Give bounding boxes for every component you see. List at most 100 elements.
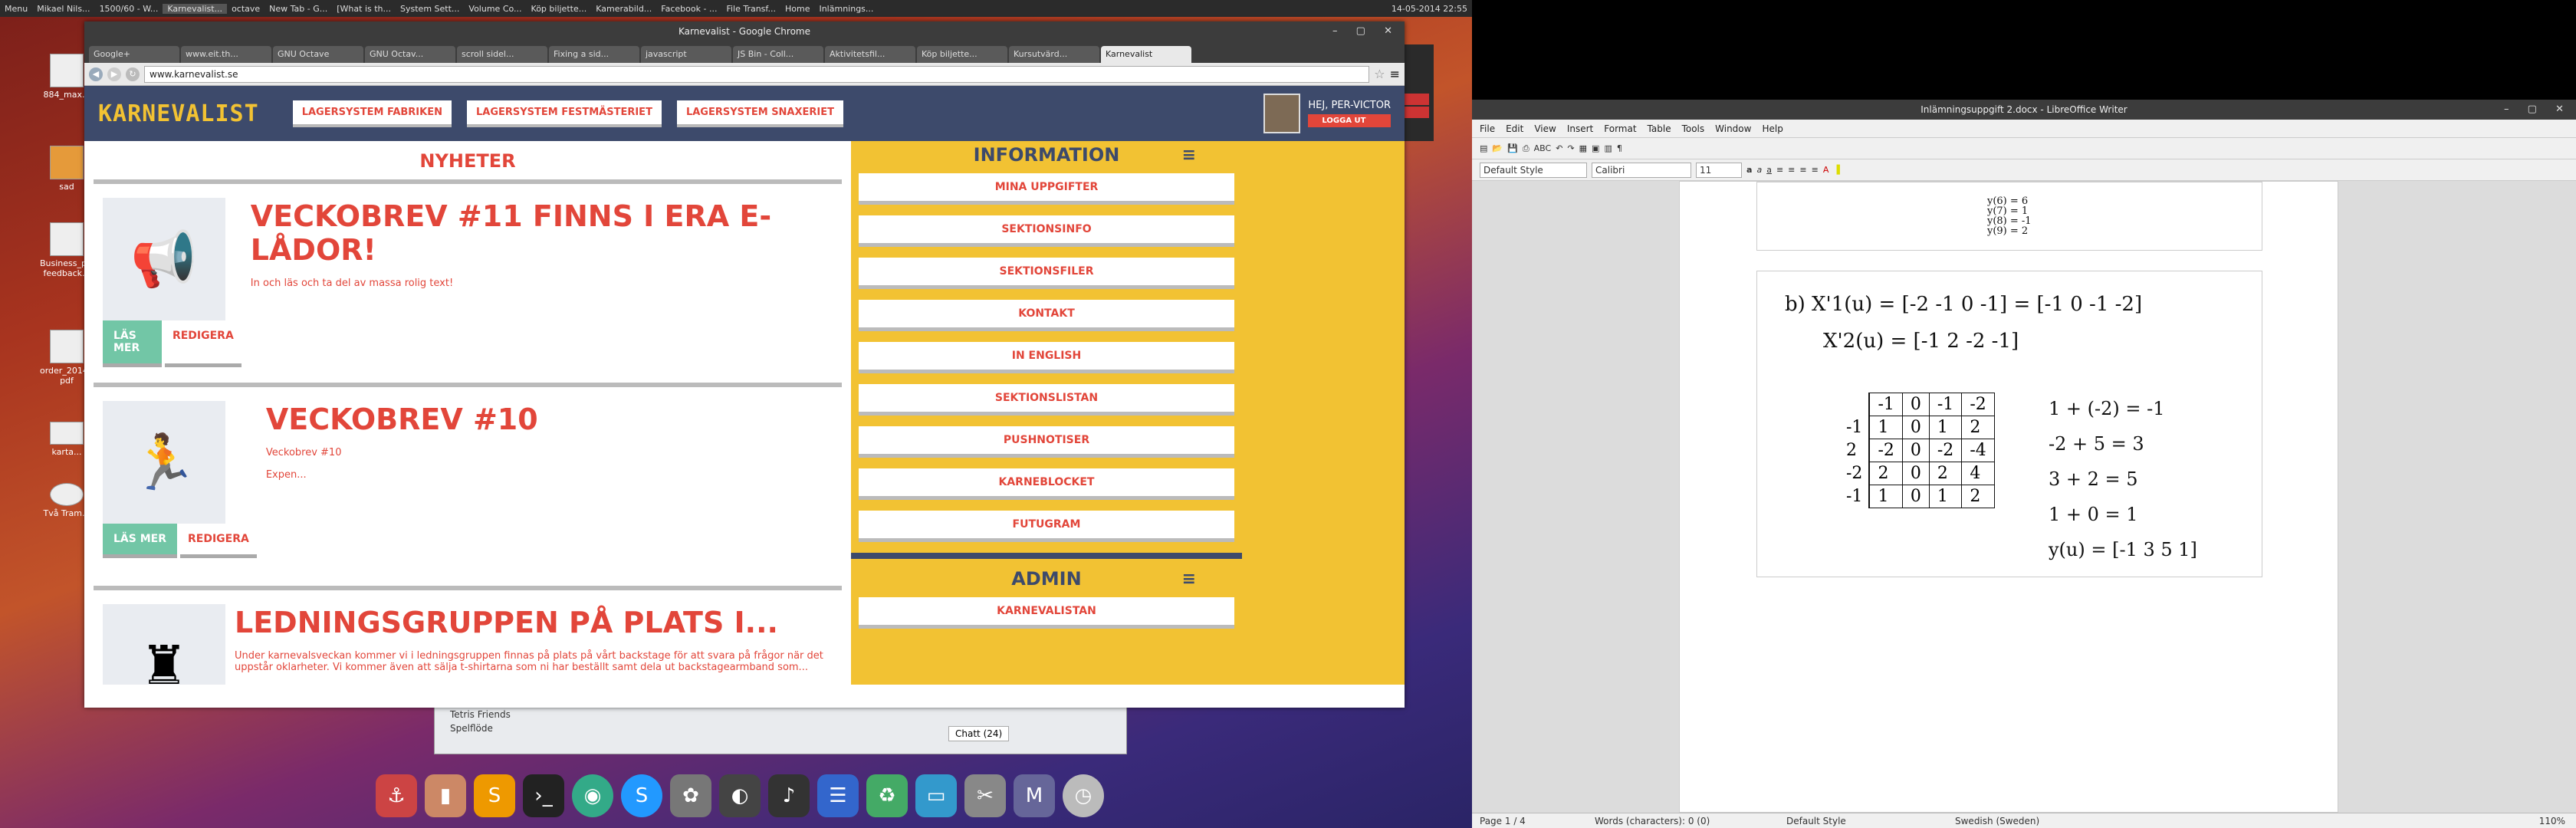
undo-icon[interactable]: ↶ [1556,143,1562,153]
new-icon[interactable]: ▤ [1480,143,1487,153]
settings-icon[interactable]: ✿ [670,774,711,817]
menu-format[interactable]: Format [1604,123,1636,134]
recycle-icon[interactable]: ♻ [866,774,908,817]
taskbar-item[interactable]: Facebook - ... [656,4,721,14]
align-right-icon[interactable]: ≡ [1799,165,1806,175]
taskbar-item[interactable]: System Sett... [396,4,464,14]
menu-insert[interactable]: Insert [1567,123,1593,134]
nav-button[interactable]: LAGERSYSTEM SNAXERIET [676,100,843,127]
font-name[interactable]: Calibri [1592,162,1691,178]
align-center-icon[interactable]: ≡ [1788,165,1795,175]
menu-window[interactable]: Window [1715,123,1751,134]
highlight-icon[interactable]: ▐ [1833,165,1839,175]
screen-icon[interactable]: ▭ [915,774,957,817]
chart-icon[interactable]: ▥ [1604,143,1612,153]
info-link[interactable]: KARNEBLOCKET [859,468,1234,500]
star-icon[interactable]: ☆ [1374,67,1385,81]
redo-icon[interactable]: ↷ [1567,143,1574,153]
zoom-level[interactable]: 110% [2539,816,2576,826]
anchor-icon[interactable]: ⚓ [376,774,417,817]
read-more-button[interactable]: LÄS MER [103,524,177,558]
taskbar-item[interactable]: [What is th... [332,4,396,14]
friends-item[interactable]: Tetris Friends [435,706,1126,723]
info-link[interactable]: SEKTIONSINFO [859,215,1234,247]
mail-icon[interactable]: M [1014,774,1055,817]
clock-icon[interactable]: ◷ [1063,774,1104,817]
post-title[interactable]: VECKOBREV #11 FINNS I ERA E-LÅDOR! [251,199,833,267]
volume-icon[interactable]: ♪ [768,774,810,817]
browser-tab[interactable]: GNU Octav... [365,46,455,63]
menu-tools[interactable]: Tools [1682,123,1705,134]
reload-icon[interactable]: ↻ [126,67,140,81]
taskbar-item[interactable]: octave [227,4,264,14]
nav-button[interactable]: LAGERSYSTEM FESTMÄSTERIET [466,100,662,127]
toggle-icon[interactable]: ◐ [719,774,761,817]
hamburger-icon[interactable]: ≡ [1182,570,1196,589]
browser-tab-active[interactable]: Karnevalist [1101,46,1191,63]
s-app-icon[interactable]: S [474,774,515,817]
taskbar-item[interactable]: Karnevalist... [163,3,228,14]
hamburger-icon[interactable]: ≡ [1182,146,1196,165]
language[interactable]: Swedish (Sweden) [1955,816,2185,826]
menu-table[interactable]: Table [1648,123,1671,134]
edit-button[interactable]: REDIGERA [180,524,257,558]
underline-icon[interactable]: a [1766,165,1772,175]
browser-tab[interactable]: Kursutvärd... [1009,46,1099,63]
browser-tab[interactable]: JS Bin - Coll... [733,46,823,63]
taskbar-item[interactable]: Kamerabild... [591,4,656,14]
browser-tab[interactable]: Aktivitetsfil... [825,46,915,63]
taskbar-item[interactable]: Volume Co... [464,4,526,14]
align-left-icon[interactable]: ≡ [1776,165,1783,175]
italic-icon[interactable]: a [1756,165,1762,175]
spellcheck-icon[interactable]: ABC [1534,143,1552,153]
justify-icon[interactable]: ≡ [1812,165,1819,175]
post-title[interactable]: LEDNINGSGRUPPEN PÅ PLATS I... [235,606,833,639]
chat-button[interactable]: Chatt (24) [948,726,1010,741]
browser-tab[interactable]: javascript [641,46,731,63]
browser-tab[interactable]: Köp biljette... [917,46,1007,63]
nav-button[interactable]: LAGERSYSTEM FABRIKEN [292,100,452,127]
font-color-icon[interactable]: A [1823,165,1829,175]
document-icon[interactable]: ☰ [817,774,859,817]
taskbar-item[interactable]: Köp biljette... [527,4,592,14]
taskbar-item[interactable]: Mikael Nils... [32,4,94,14]
menu-icon[interactable]: ≡ [1390,67,1400,81]
info-link[interactable]: SEKTIONSFILER [859,258,1234,289]
browser-tab[interactable]: GNU Octave [273,46,363,63]
taskbar-item[interactable]: New Tab - G... [264,4,332,14]
menu-view[interactable]: View [1534,123,1556,134]
bold-icon[interactable]: a [1746,165,1752,175]
logout-button[interactable]: LOGGA UT [1308,114,1391,127]
paragraph-style[interactable]: Default Style [1480,162,1587,178]
taskbar-item[interactable]: Inlämnings... [814,4,878,14]
info-link[interactable]: SEKTIONSLISTAN [859,384,1234,416]
info-link[interactable]: KONTAKT [859,300,1234,331]
document-page[interactable]: y(6) = 6 y(7) = 1 y(8) = -1 y(9) = 2 b) X'1… [1679,181,2338,813]
open-icon[interactable]: 📂 [1492,143,1503,153]
menu-edit[interactable]: Edit [1506,123,1523,134]
menu-button[interactable]: Menu [0,4,32,14]
scissors-icon[interactable]: ✂ [964,774,1006,817]
info-link[interactable]: FUTUGRAM [859,511,1234,542]
terminal-icon[interactable]: ›_ [523,774,564,817]
feed-item[interactable]: Spelflöde [435,723,1126,734]
window-controls[interactable]: – ▢ ✕ [2504,100,2571,120]
chrome-icon[interactable]: ◉ [572,774,613,817]
read-more-button[interactable]: LÄS MER [103,320,162,367]
taskbar-item[interactable]: Home [780,4,814,14]
edit-button[interactable]: REDIGERA [164,320,242,367]
folder-icon[interactable]: ▮ [425,774,466,817]
address-bar[interactable]: www.karnevalist.se [144,65,1370,83]
info-link[interactable]: IN ENGLISH [859,342,1234,373]
info-link[interactable]: PUSHNOTISER [859,426,1234,458]
pilcrow-icon[interactable]: ¶ [1617,143,1622,153]
font-size[interactable]: 11 [1696,162,1742,178]
save-icon[interactable]: 💾 [1507,143,1518,153]
skype-icon[interactable]: S [621,774,662,817]
taskbar-item[interactable]: File Transf... [721,4,780,14]
site-logo[interactable]: KARNEVALIST [98,100,259,127]
post-title[interactable]: VECKOBREV #10 [266,402,538,436]
info-link[interactable]: MINA UPPGIFTER [859,173,1234,205]
browser-tab[interactable]: Google+ [89,46,179,63]
menu-help[interactable]: Help [1762,123,1783,134]
